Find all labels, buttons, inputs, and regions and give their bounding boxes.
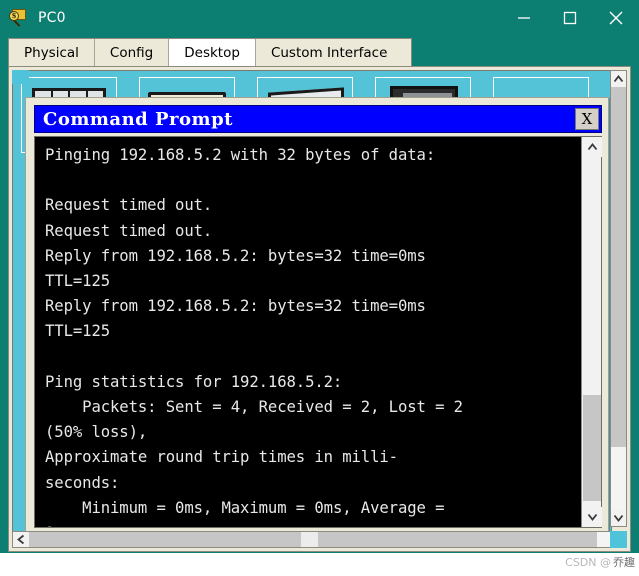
desktop-horizontal-scrollbar[interactable] <box>12 531 612 548</box>
desktop-scroll-down-icon[interactable] <box>611 510 626 526</box>
desktop-vertical-scrollbar[interactable] <box>610 70 627 527</box>
tab-physical[interactable]: Physical <box>9 39 95 67</box>
scroll-down-icon[interactable] <box>582 507 602 527</box>
right-edge-strip <box>631 67 639 552</box>
scroll-up-icon[interactable] <box>582 137 602 157</box>
tab-custom-interface[interactable]: Custom Interface <box>255 39 412 67</box>
terminal-scroll-thumb[interactable] <box>583 395 601 501</box>
tab-desktop[interactable]: Desktop <box>168 39 256 67</box>
desktop-surface: Command Prompt X Pinging 192.168.5.2 wit… <box>12 70 612 544</box>
desktop-scroll-up-icon[interactable] <box>611 71 626 87</box>
coin-glyph: $ <box>9 11 19 21</box>
close-icon[interactable] <box>593 0 639 36</box>
window-title: PC0 <box>38 10 66 26</box>
minimize-icon[interactable] <box>501 0 547 36</box>
command-prompt-close-button[interactable]: X <box>575 108 599 130</box>
maximize-icon[interactable] <box>547 0 593 36</box>
money-bag-magnifier-icon: $ <box>9 8 29 28</box>
scroll-corner-top <box>12 70 29 84</box>
window-controls <box>501 0 639 36</box>
terminal-output[interactable]: Pinging 192.168.5.2 with 32 bytes of dat… <box>35 137 581 527</box>
desktop-panel: Command Prompt X Pinging 192.168.5.2 wit… <box>8 66 631 552</box>
scroll-corner-bottom <box>610 531 627 548</box>
terminal-vertical-scrollbar[interactable] <box>581 137 602 527</box>
command-prompt-titlebar[interactable]: Command Prompt X <box>34 105 602 133</box>
tab-strip: Physical Config Desktop Custom Interface <box>0 36 639 67</box>
command-prompt-window: Command Prompt X Pinging 192.168.5.2 wit… <box>25 97 609 543</box>
terminal-container: Pinging 192.168.5.2 with 32 bytes of dat… <box>34 136 602 528</box>
window-bottom-strip <box>0 552 639 576</box>
desktop-scroll-left-icon[interactable] <box>13 532 29 547</box>
desktop-hscroll-thumb-left[interactable] <box>29 532 301 547</box>
desktop-scroll-thumb[interactable] <box>611 87 626 447</box>
terminal-output-text: Pinging 192.168.5.2 with 32 bytes of dat… <box>45 146 463 527</box>
left-edge-strip <box>0 67 8 552</box>
desktop-hscroll-grip[interactable] <box>301 532 318 547</box>
window-titlebar: $ PC0 <box>0 0 639 36</box>
tab-config[interactable]: Config <box>94 39 170 67</box>
desktop-hscroll-thumb-right[interactable] <box>318 532 597 547</box>
application-window: $ PC0 Physical Config Desktop Custom Int… <box>0 0 639 576</box>
command-prompt-title: Command Prompt <box>43 108 233 130</box>
